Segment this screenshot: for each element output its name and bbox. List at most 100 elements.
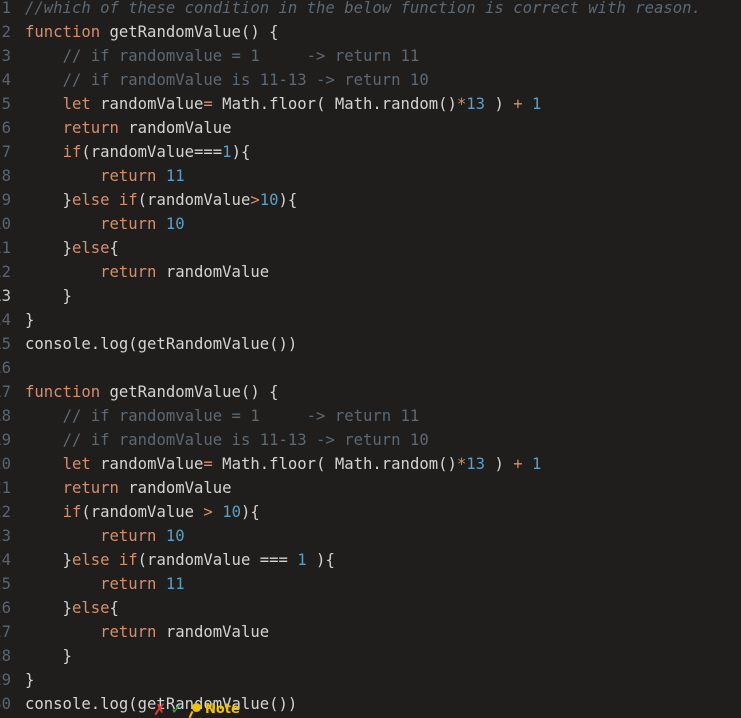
code-lines[interactable]: 1 //which of these condition in the below… [0, 0, 741, 716]
code-line[interactable]: 24 }else if(randomValue === 1 ){ [0, 548, 741, 572]
text-token: } [25, 551, 72, 569]
keyword-token: return [100, 623, 157, 641]
comment-token: // if randomValue is 11-13 -> return 10 [62, 431, 429, 449]
text-token: (randomValue [81, 503, 204, 521]
code-line[interactable]: 26 }else{ [0, 596, 741, 620]
reject-icon[interactable]: ✗ [153, 700, 166, 718]
text-token: { [109, 239, 119, 257]
line-code: // if randomValue is 11-13 -> return 10 [25, 68, 429, 92]
keyword-token: function [25, 23, 101, 41]
code-line[interactable]: 5 let randomValue= Math.floor( Math.rand… [0, 92, 741, 116]
code-line[interactable]: 21 return randomValue [0, 476, 741, 500]
code-line[interactable]: 13 } [0, 284, 741, 308]
text-token: randomValue [156, 623, 270, 641]
line-code: } [25, 668, 34, 692]
line-code: }else{ [25, 596, 119, 620]
code-line[interactable]: 11 }else{ [0, 236, 741, 260]
line-number: 30 [0, 695, 11, 713]
text-token: (randomValue === [137, 551, 298, 569]
keyword-token: return [100, 215, 157, 233]
text-token: { [109, 599, 119, 617]
pin-head [191, 703, 201, 712]
code-line[interactable]: 28 } [0, 644, 741, 668]
operator-token: + [513, 455, 523, 473]
text-token: } [25, 191, 72, 209]
code-line[interactable]: 16 [0, 356, 741, 380]
line-number: 12 [0, 263, 11, 281]
text-token: ){ [278, 191, 298, 209]
code-line[interactable]: 2 function getRandomValue() { [0, 20, 741, 44]
line-code: function getRandomValue() { [25, 20, 279, 44]
accept-icon[interactable]: ✓ [170, 700, 183, 718]
line-code: } [25, 308, 34, 332]
code-line[interactable]: 9 }else if(randomValue>10){ [0, 188, 741, 212]
text-token: (randomValue=== [81, 143, 223, 161]
line-number: 7 [1, 143, 11, 161]
text-token: Math.floor( Math.random() [212, 455, 457, 473]
code-line[interactable]: 22 if(randomValue > 10){ [0, 500, 741, 524]
number-token: 11 [165, 575, 185, 593]
operator-token: = [203, 95, 213, 113]
text-token: randomValue [118, 479, 232, 497]
code-line[interactable]: 30console.log(getRandomValue()) [0, 692, 741, 716]
text-token: randomValue [118, 119, 232, 137]
pin-stem [188, 710, 194, 718]
pin-icon[interactable] [188, 700, 203, 718]
code-line[interactable]: 23 return 10 [0, 524, 741, 548]
code-line[interactable]: 18 // if randomvalue = 1 -> return 11 [0, 404, 741, 428]
code-line[interactable]: 3 // if randomvalue = 1 -> return 11 [0, 44, 741, 68]
code-line[interactable]: 10 return 10 [0, 212, 741, 236]
number-token: 1 [532, 455, 542, 473]
code-line[interactable]: 15 console.log(getRandomValue()) [0, 332, 741, 356]
code-editor[interactable]: 1 //which of these condition in the below… [0, 0, 741, 718]
code-line[interactable]: 17 function getRandomValue() { [0, 380, 741, 404]
comment-token: // if randomvalue = 1 -> return 11 [62, 47, 420, 65]
note-label[interactable]: Note [205, 702, 240, 717]
code-line[interactable]: 29} [0, 668, 741, 692]
code-line[interactable]: 1 //which of these condition in the below… [0, 0, 741, 20]
line-code: }else{ [25, 236, 119, 260]
keyword-token: else if [71, 191, 138, 209]
text-token: randomValue [90, 455, 204, 473]
text-token: } [25, 647, 72, 665]
code-line[interactable]: 25 return 11 [0, 572, 741, 596]
code-line[interactable]: 4 // if randomValue is 11-13 -> return 1… [0, 68, 741, 92]
comment-token: //which of these condition in the below … [25, 0, 701, 17]
text-token: ) [485, 95, 514, 113]
operator-token: = [203, 455, 213, 473]
code-line[interactable]: 19 // if randomValue is 11-13 -> return … [0, 428, 741, 452]
line-number: 21 [0, 479, 11, 497]
text-token: randomValue [90, 95, 204, 113]
line-number: 15 [0, 335, 11, 353]
line-code: return 10 [25, 524, 185, 548]
code-line[interactable]: 20 let randomValue= Math.floor( Math.ran… [0, 452, 741, 476]
code-line[interactable]: 8 return 11 [0, 164, 741, 188]
line-number: 16 [0, 359, 11, 377]
comment-token: // if randomValue is 11-13 -> return 10 [62, 71, 429, 89]
number-token: 10 [165, 215, 185, 233]
code-line[interactable]: 6 return randomValue [0, 116, 741, 140]
keyword-token: return [100, 263, 157, 281]
code-line[interactable]: 27 return randomValue [0, 620, 741, 644]
code-line[interactable]: 7 if(randomValue===1){ [0, 140, 741, 164]
text-token: getRandomValue() { [100, 23, 279, 41]
number-token: 1 [222, 143, 232, 161]
keyword-token: function [25, 383, 101, 401]
number-token: 10 [259, 191, 279, 209]
line-code: return randomValue [25, 620, 269, 644]
code-line[interactable]: 14} [0, 308, 741, 332]
code-line[interactable]: 12 return randomValue [0, 260, 741, 284]
